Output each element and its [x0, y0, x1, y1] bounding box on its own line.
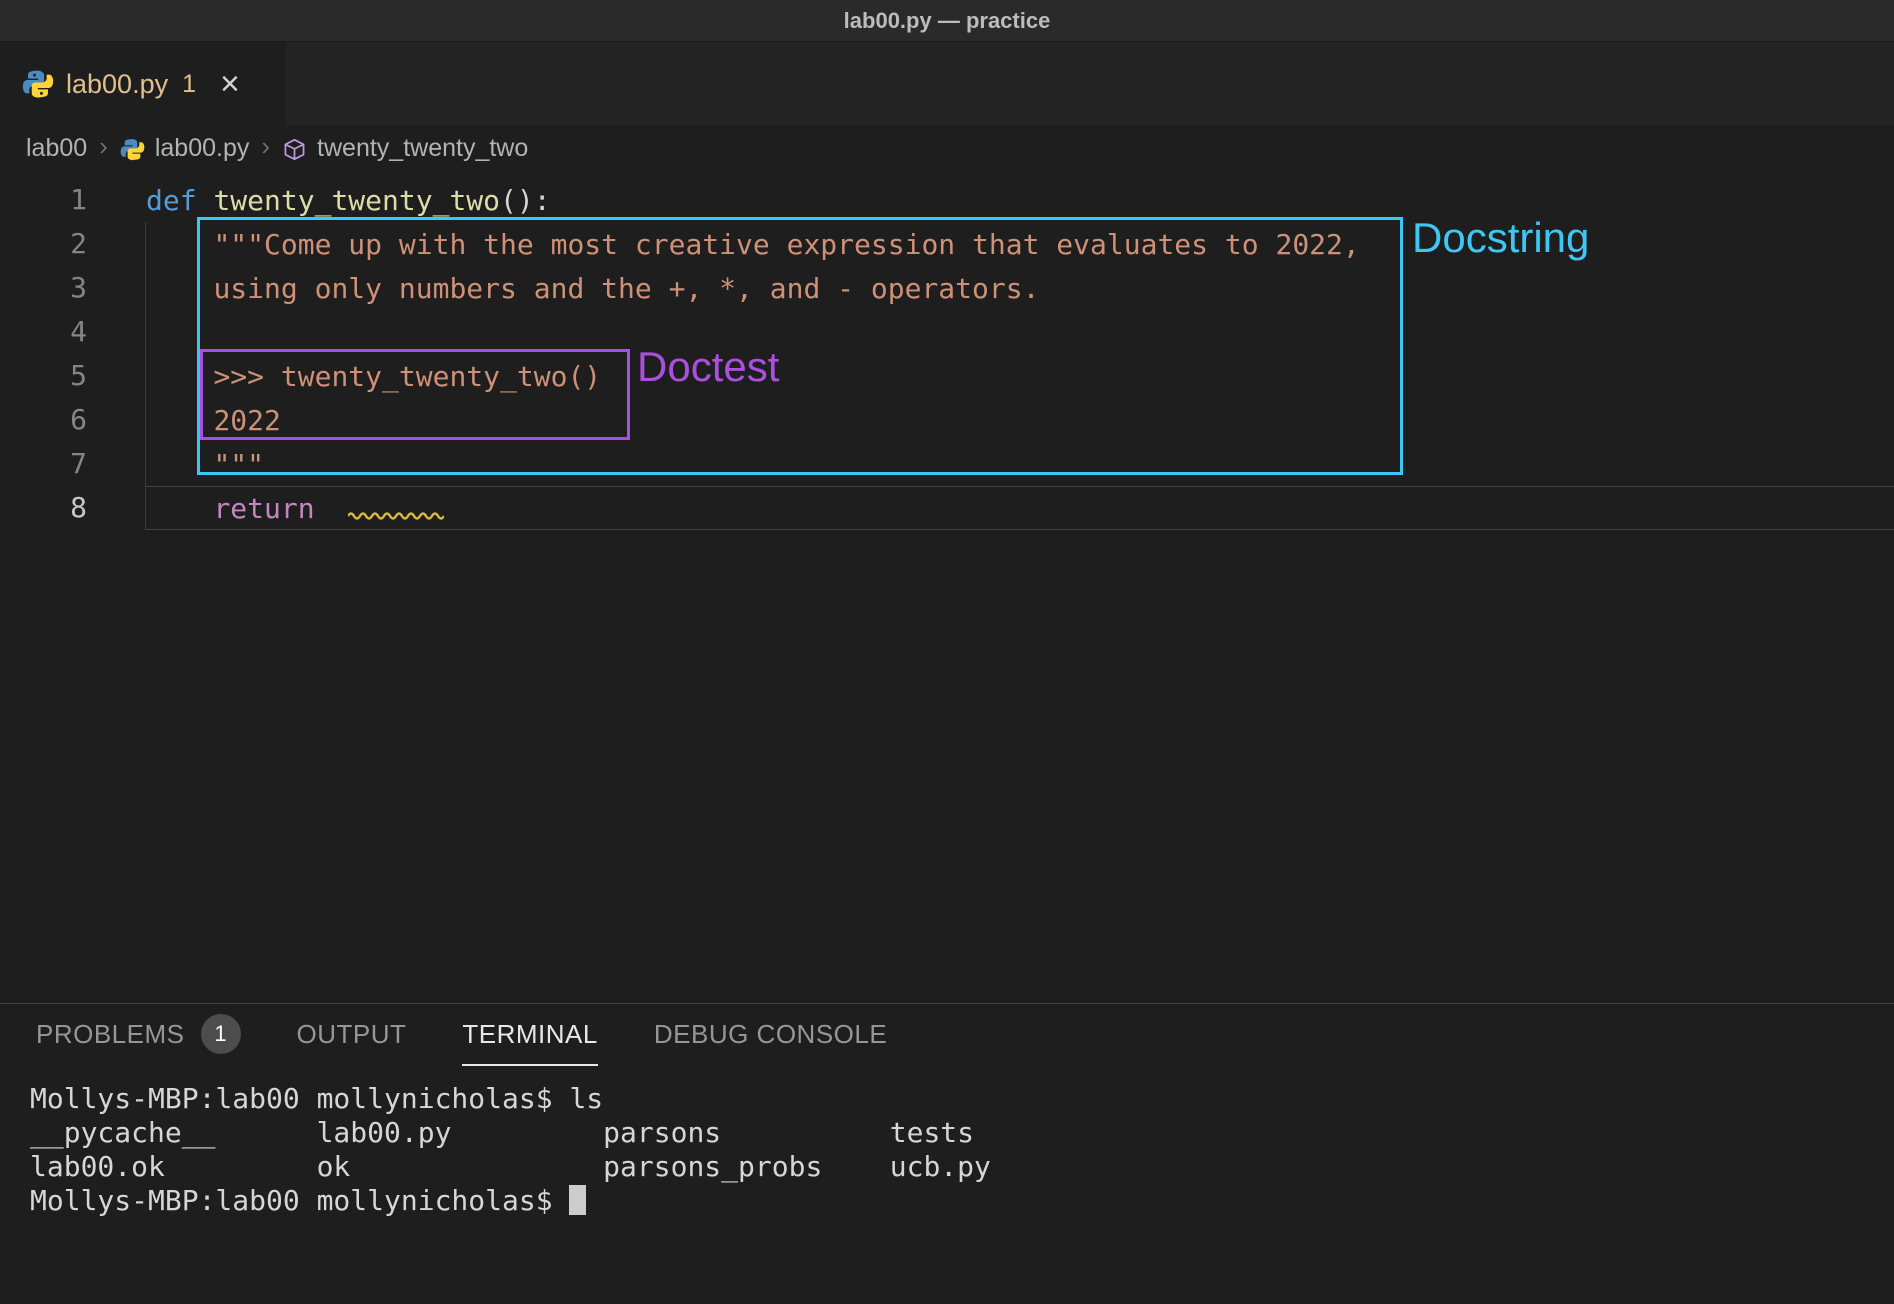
breadcrumb-folder[interactable]: lab00	[26, 134, 87, 163]
terminal-line: lab00.ok ok parsons_probs ucb.py	[30, 1150, 1894, 1184]
breadcrumb-symbol[interactable]: twenty_twenty_two	[317, 134, 528, 163]
code-line[interactable]: 7 """	[0, 442, 1894, 486]
code-token: ():	[500, 184, 551, 217]
code-token	[146, 448, 213, 481]
python-icon	[22, 68, 54, 100]
editor-lines: 1def twenty_twenty_two():2 """Come up wi…	[0, 178, 1894, 530]
code-token	[146, 404, 213, 437]
code-text[interactable]	[145, 310, 1894, 354]
panel-tab-label: TERMINAL	[462, 1019, 597, 1050]
code-token: using only numbers and the +, *, and - o…	[213, 272, 1039, 305]
code-token: twenty_twenty_two	[213, 184, 500, 217]
terminal-line: __pycache__ lab00.py parsons tests	[30, 1116, 1894, 1150]
bottom-panel: PROBLEMS 1 OUTPUT TERMINAL DEBUG CONSOLE Mol…	[0, 1003, 1894, 1304]
line-number: 7	[0, 442, 145, 486]
panel-tab-label: DEBUG CONSOLE	[654, 1019, 887, 1050]
code-text[interactable]: """	[145, 442, 1894, 486]
code-token	[146, 272, 213, 305]
problems-count-badge: 1	[201, 1014, 241, 1054]
code-token: """Come up with the most creative expres…	[213, 228, 1359, 261]
tab-modified-count: 1	[182, 70, 196, 99]
terminal-prompt-line[interactable]: Mollys-MBP:lab00 mollynicholas$	[30, 1184, 1894, 1218]
code-line[interactable]: 3 using only numbers and the +, *, and -…	[0, 266, 1894, 310]
window-titlebar: lab00.py — practice	[0, 0, 1894, 42]
breadcrumb-separator: ›	[97, 131, 110, 166]
line-number: 8	[0, 486, 145, 530]
code-token: >>> twenty_twenty_two()	[213, 360, 601, 393]
line-number: 6	[0, 398, 145, 442]
breadcrumb-file[interactable]: lab00.py	[155, 134, 250, 163]
line-number: 2	[0, 222, 145, 266]
line-number: 1	[0, 178, 145, 222]
code-text[interactable]: >>> twenty_twenty_two()	[145, 354, 1894, 398]
panel-tabs: PROBLEMS 1 OUTPUT TERMINAL DEBUG CONSOLE	[0, 1004, 1894, 1066]
code-line[interactable]: 4	[0, 310, 1894, 354]
panel-tab-output[interactable]: OUTPUT	[297, 1004, 407, 1066]
terminal-cursor	[569, 1185, 586, 1215]
code-text[interactable]: using only numbers and the +, *, and - o…	[145, 266, 1894, 310]
terminal-line: Mollys-MBP:lab00 mollynicholas$ ls	[30, 1082, 1894, 1116]
panel-tab-terminal[interactable]: TERMINAL	[462, 1004, 597, 1066]
panel-tab-problems[interactable]: PROBLEMS 1	[36, 1004, 241, 1066]
panel-tab-debug-console[interactable]: DEBUG CONSOLE	[654, 1004, 887, 1066]
terminal-prompt: Mollys-MBP:lab00 mollynicholas$	[30, 1184, 569, 1217]
code-token: """	[213, 448, 264, 481]
code-line[interactable]: 8 return	[0, 486, 1894, 530]
tab-bar: lab00.py 1 ×	[0, 42, 1894, 126]
line-number: 3	[0, 266, 145, 310]
code-token	[146, 360, 213, 393]
code-text[interactable]: return	[145, 486, 1894, 530]
panel-tab-label: OUTPUT	[297, 1019, 407, 1050]
code-line[interactable]: 2 """Come up with the most creative expr…	[0, 222, 1894, 266]
code-token	[331, 492, 348, 525]
code-text[interactable]: """Come up with the most creative expres…	[145, 222, 1894, 266]
code-token: return	[213, 492, 331, 525]
code-text[interactable]: 2022	[145, 398, 1894, 442]
terminal-output[interactable]: Mollys-MBP:lab00 mollynicholas$ ls__pyca…	[0, 1066, 1894, 1218]
tab-lab00py[interactable]: lab00.py 1 ×	[0, 42, 286, 126]
tab-label: lab00.py	[66, 69, 168, 100]
code-token: def	[146, 184, 213, 217]
breadcrumb: lab00 › lab00.py › twenty_twenty_two	[0, 126, 1894, 170]
python-icon	[120, 135, 145, 162]
error-squiggle	[348, 489, 444, 499]
code-line[interactable]: 5 >>> twenty_twenty_two()	[0, 354, 1894, 398]
tab-close-button[interactable]: ×	[220, 67, 240, 101]
code-token: 2022	[213, 404, 280, 437]
window-title: lab00.py — practice	[844, 8, 1051, 34]
code-token	[146, 492, 213, 525]
code-token	[146, 228, 213, 261]
code-text[interactable]: def twenty_twenty_two():	[145, 178, 1894, 222]
line-number: 5	[0, 354, 145, 398]
panel-tab-label: PROBLEMS	[36, 1019, 185, 1050]
code-editor[interactable]: 1def twenty_twenty_two():2 """Come up wi…	[0, 170, 1894, 1003]
code-line[interactable]: 6 2022	[0, 398, 1894, 442]
code-line[interactable]: 1def twenty_twenty_two():	[0, 178, 1894, 222]
breadcrumb-separator: ›	[259, 131, 272, 166]
symbol-namespace-icon	[282, 135, 307, 162]
line-number: 4	[0, 310, 145, 354]
